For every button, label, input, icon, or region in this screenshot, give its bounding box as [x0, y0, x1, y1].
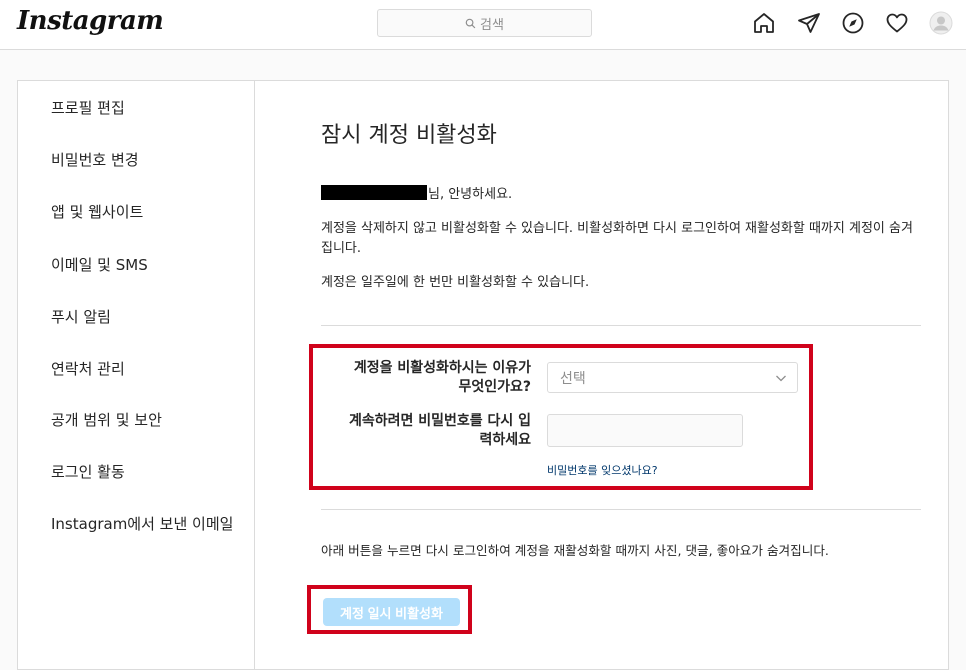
redacted-username [321, 185, 427, 200]
top-nav: Instagram 검색 [0, 0, 966, 50]
greeting-text: 님, 안녕하세요. [428, 187, 513, 202]
sidebar-item-email-sms[interactable]: 이메일 및 SMS [51, 256, 241, 275]
page-title: 잠시 계정 비활성화 [321, 123, 497, 148]
footer-note: 아래 버튼을 누르면 다시 로그인하여 계정을 재활성화할 때까지 사진, 댓글… [321, 543, 829, 558]
sidebar-item-manage-contacts[interactable]: 연락처 관리 [51, 360, 241, 379]
sidebar-item-edit-profile[interactable]: 프로필 편집 [51, 99, 241, 118]
limit-note: 계정은 일주일에 한 번만 비활성화할 수 있습니다. [321, 275, 590, 290]
highlight-box-form [309, 344, 813, 490]
divider [321, 509, 921, 510]
explore-icon[interactable] [841, 11, 865, 35]
divider [321, 325, 921, 326]
sidebar-item-change-password[interactable]: 비밀번호 변경 [51, 151, 241, 170]
greeting: 님, 안녕하세요. [321, 183, 512, 202]
direct-icon[interactable] [797, 11, 821, 35]
sidebar-item-login-activity[interactable]: 로그인 활동 [51, 463, 241, 482]
profile-avatar[interactable] [929, 11, 953, 35]
search-placeholder: 검색 [480, 17, 504, 33]
activity-icon[interactable] [885, 11, 909, 35]
home-icon[interactable] [752, 11, 776, 35]
sidebar-item-privacy-security[interactable]: 공개 범위 및 보안 [51, 411, 241, 430]
search-icon [465, 18, 476, 28]
intro-text: 계정을 삭제하지 않고 비활성화할 수 있습니다. 비활성화하면 다시 로그인하… [321, 221, 913, 256]
settings-sidebar: 프로필 편집 비밀번호 변경 앱 및 웹사이트 이메일 및 SMS 푸시 알림 … [18, 81, 255, 669]
search-input[interactable]: 검색 [377, 9, 592, 37]
sidebar-item-push-notifications[interactable]: 푸시 알림 [51, 308, 241, 327]
sidebar-item-emails-from-instagram[interactable]: Instagram에서 보낸 이메일 [51, 515, 236, 534]
sidebar-item-apps-websites[interactable]: 앱 및 웹사이트 [51, 203, 241, 222]
instagram-logo[interactable]: Instagram [17, 6, 164, 36]
highlight-box-button [307, 585, 472, 634]
